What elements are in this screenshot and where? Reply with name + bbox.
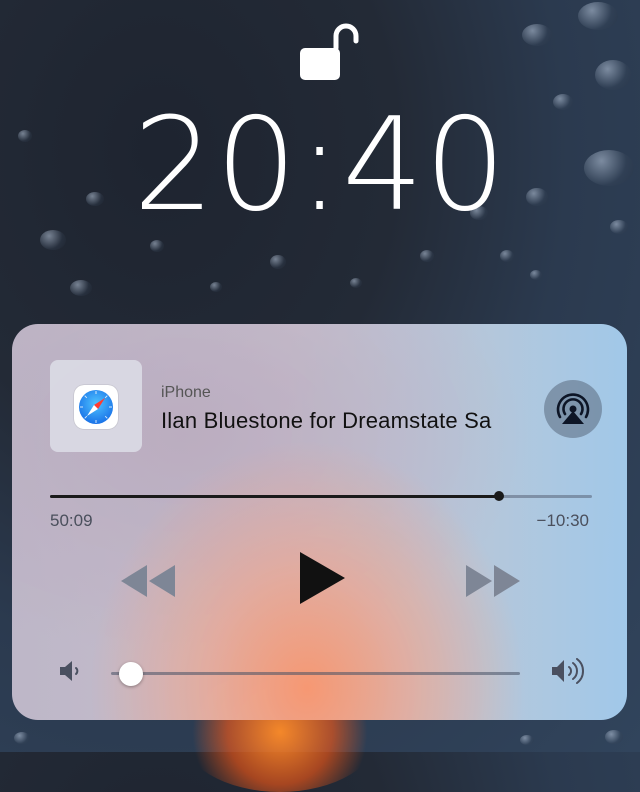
scrubber-knob[interactable] <box>493 491 504 501</box>
scrubber-elapsed-fill <box>50 495 499 498</box>
rewind-icon <box>121 565 175 597</box>
volume-track <box>111 672 520 675</box>
safari-compass-icon <box>74 385 118 429</box>
fast-forward-button[interactable] <box>463 563 521 599</box>
speaker-low-icon <box>60 661 79 681</box>
volume-slider[interactable] <box>111 662 520 686</box>
remaining-time: −10:30 <box>536 511 589 530</box>
now-playing-widget: iPhone Ilan Bluestone for Dreamstate Sa … <box>12 324 627 720</box>
playback-scrubber[interactable] <box>50 491 592 501</box>
album-artwork[interactable] <box>50 360 142 452</box>
elapsed-time: 50:09 <box>50 511 93 530</box>
fast-forward-icon <box>466 565 520 597</box>
play-button[interactable] <box>297 551 347 605</box>
unlocked-padlock-icon <box>300 23 359 80</box>
playback-source-label: iPhone <box>161 384 211 401</box>
rewind-button[interactable] <box>120 563 178 599</box>
speaker-high-icon <box>552 658 584 684</box>
lock-screen-time: 20:40 <box>133 91 507 240</box>
airplay-icon <box>556 393 590 424</box>
track-title: Ilan Bluestone for Dreamstate Sa <box>161 408 492 433</box>
volume-knob[interactable] <box>119 662 144 686</box>
track-title-container: Ilan Bluestone for Dreamstate Sa <box>161 408 521 434</box>
play-icon <box>300 552 345 604</box>
airplay-button[interactable] <box>544 380 602 438</box>
